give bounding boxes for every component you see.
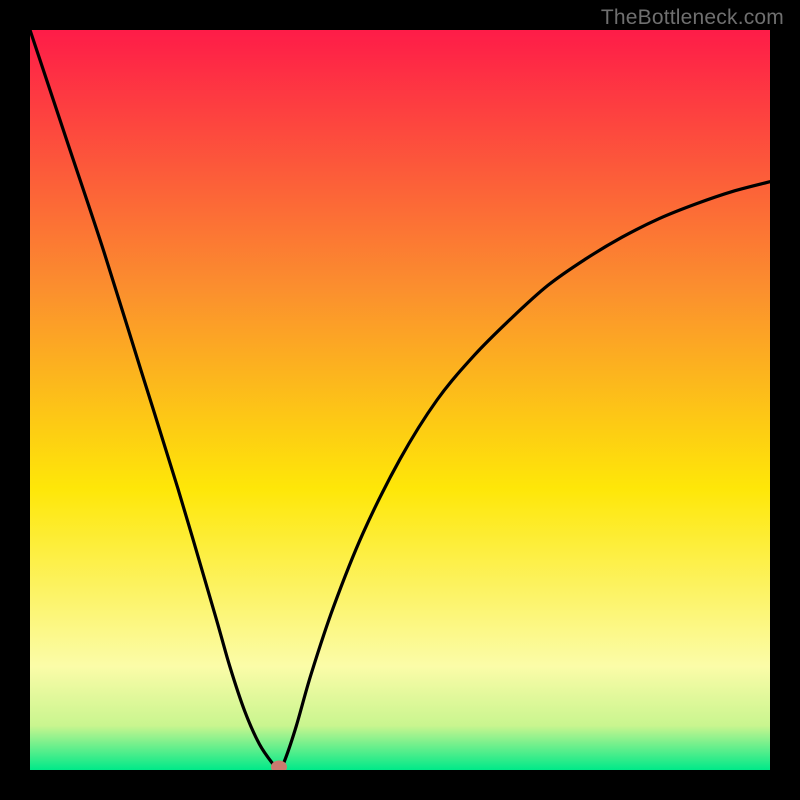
- plot-area: [30, 30, 770, 770]
- watermark-text: TheBottleneck.com: [601, 6, 784, 30]
- bottleneck-curve: [30, 30, 770, 770]
- minimum-marker: [271, 761, 287, 771]
- chart-frame: TheBottleneck.com: [0, 0, 800, 800]
